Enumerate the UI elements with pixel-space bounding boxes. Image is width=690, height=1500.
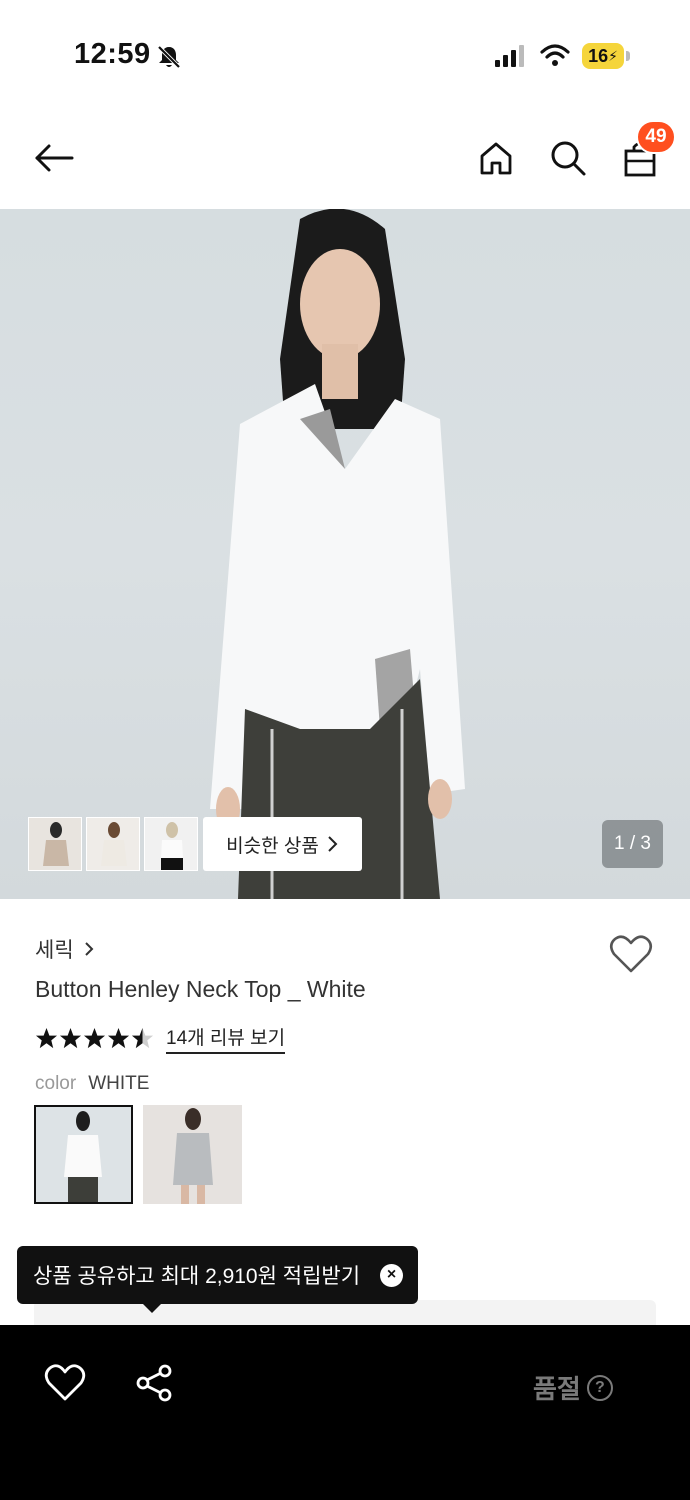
battery-tip [626, 51, 630, 61]
heart-icon[interactable] [44, 1363, 86, 1403]
soldout-status: 품절 ? [533, 1369, 613, 1406]
cart-count-badge: 49 [636, 120, 676, 154]
product-title: Button Henley Neck Top _ White [35, 976, 366, 1002]
image-page-indicator: 1 / 3 [602, 820, 663, 868]
brand-link[interactable]: 세릭 [35, 934, 94, 964]
wishlist-heart-icon[interactable] [609, 934, 653, 974]
thumbnail-3-photo [145, 818, 197, 870]
color-swatches [34, 1105, 242, 1204]
model-photo [210, 209, 465, 899]
top-nav [0, 110, 690, 209]
status-bar: 12:59 16 ⚡ [0, 0, 690, 110]
color-label: color [35, 1073, 77, 1094]
thumbnail-3[interactable] [144, 817, 198, 871]
swatch-white[interactable] [34, 1105, 133, 1204]
star-icon [107, 1027, 130, 1049]
thumbnail-2[interactable] [86, 817, 140, 871]
swatch-grey-photo [143, 1105, 242, 1204]
star-icon [35, 1027, 58, 1049]
help-icon[interactable]: ? [586, 1374, 613, 1401]
swatch-white-photo [36, 1107, 131, 1202]
back-arrow-icon [35, 144, 74, 172]
chevron-right-icon [84, 942, 94, 956]
home-button[interactable] [474, 136, 518, 180]
thumbnail-2-photo [87, 818, 139, 870]
similar-products-label: 비슷한 상품 [226, 835, 319, 857]
battery-percent: 16 [588, 45, 609, 66]
thumbnail-strip [28, 817, 198, 871]
share-icon[interactable] [134, 1363, 174, 1403]
star-rating [35, 1027, 154, 1050]
swatch-grey[interactable] [143, 1105, 242, 1204]
star-half-icon [131, 1027, 154, 1049]
battery-icon: 16 ⚡ [582, 43, 630, 69]
color-row: color WHITE [35, 1073, 149, 1095]
star-icon [59, 1027, 82, 1049]
similar-products-button[interactable]: 비슷한 상품 [203, 817, 362, 871]
color-value: WHITE [88, 1073, 150, 1094]
share-reward-tooltip: 상품 공유하고 최대 2,910원 적립받기 × [17, 1246, 418, 1304]
thumbnail-1[interactable] [28, 817, 82, 871]
bottom-action-bar: 품절 ? [0, 1325, 690, 1500]
close-icon[interactable]: × [380, 1263, 404, 1287]
product-image[interactable]: 비슷한 상품 1 / 3 [0, 209, 690, 899]
back-button[interactable] [32, 136, 76, 180]
status-time: 12:59 [74, 38, 151, 70]
battery-level: 16 ⚡ [582, 43, 624, 69]
thumbnail-1-photo [29, 818, 81, 870]
review-link[interactable]: 14개 리뷰 보기 [166, 1023, 286, 1054]
signal-icon [495, 45, 524, 67]
tooltip-text: 상품 공유하고 최대 2,910원 적립받기 [33, 1265, 361, 1288]
chevron-right-icon [328, 836, 338, 852]
bell-off-icon [157, 45, 181, 69]
soldout-label: 품절 [533, 1374, 581, 1404]
search-button[interactable] [546, 136, 590, 180]
tooltip-arrow [142, 1303, 162, 1313]
brand-name: 세릭 [35, 939, 74, 962]
star-icon [83, 1027, 106, 1049]
wifi-icon [540, 44, 570, 66]
home-icon [480, 142, 512, 175]
search-icon [551, 141, 586, 176]
rating-row: 14개 리뷰 보기 [35, 1023, 286, 1054]
